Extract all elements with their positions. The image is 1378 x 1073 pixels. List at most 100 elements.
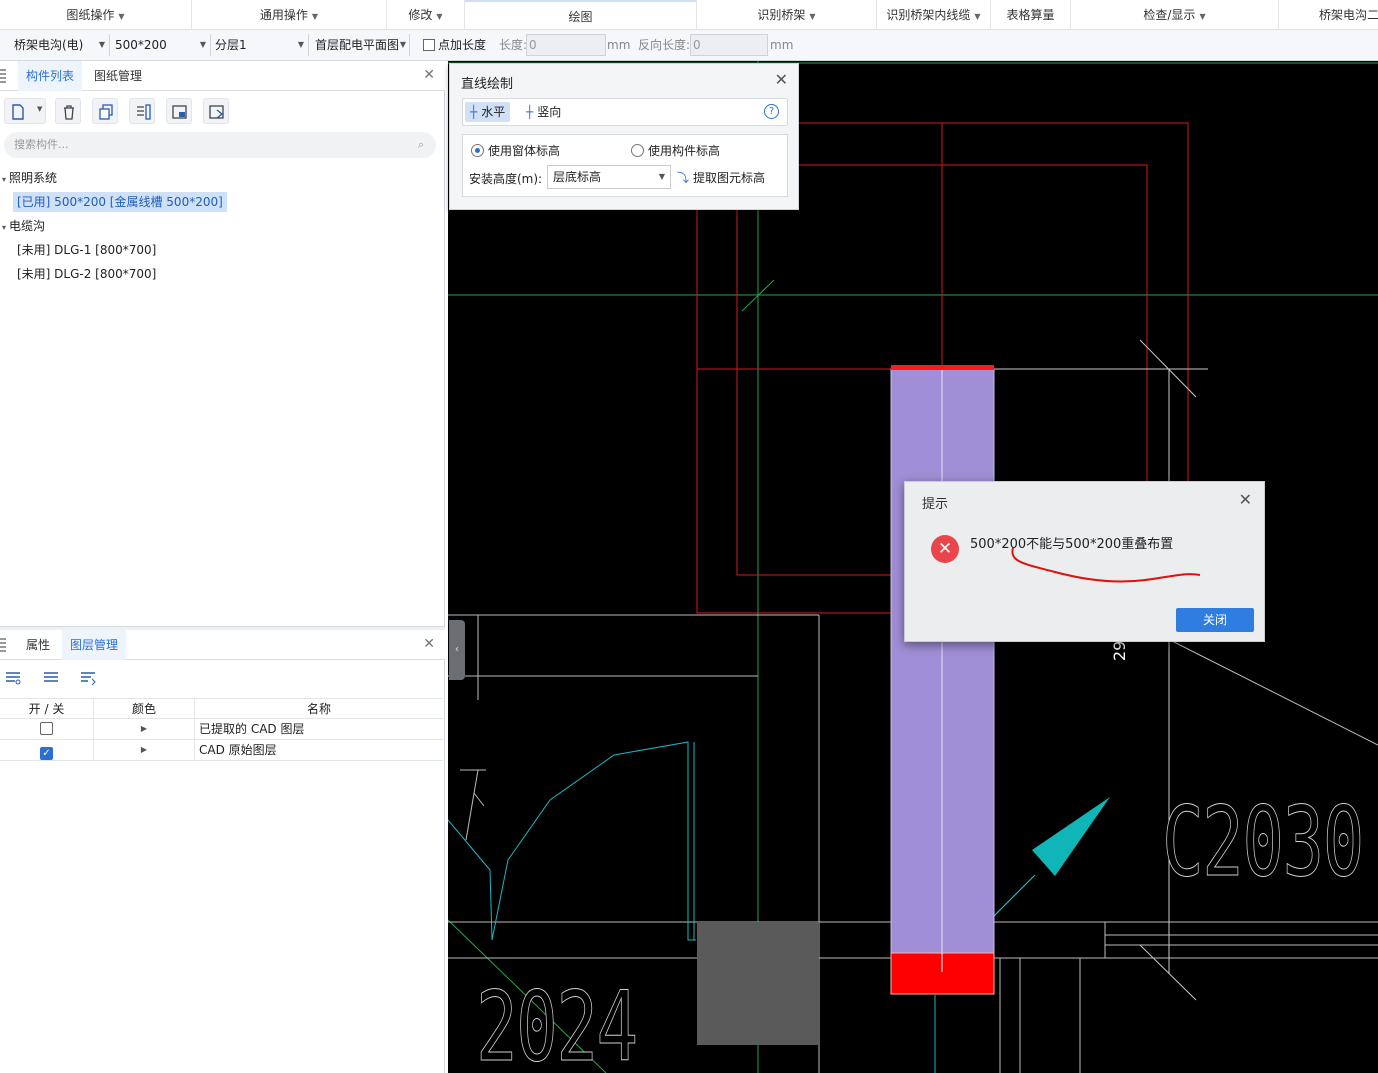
- layer-copy-button[interactable]: [129, 98, 155, 124]
- vertical-label: 竖向: [537, 105, 562, 119]
- close-icon[interactable]: ✕: [423, 636, 435, 652]
- extract-label: 提取图元标高: [693, 171, 766, 185]
- chevron-down-icon: ▼: [436, 12, 443, 21]
- ribbon-tabs: 图纸操作 ▼ 通用操作 ▼ 修改 ▼ 绘图 识别桥架 ▼ 识别桥架内线缆 ▼ 表格算量 检…: [0, 0, 1378, 30]
- column-header: 开 / 关: [0, 699, 94, 720]
- property-toolbar: 桥架电沟(电) ▼ 500*200 ▼ 分层1 ▼ 首层配电平面图 ▼ 点加长度 长度:…: [0, 30, 1378, 61]
- radio-selected-icon: [471, 144, 484, 157]
- radio-icon: [631, 144, 644, 157]
- tab-component-list[interactable]: 构件列表: [18, 61, 83, 91]
- chevron-down-icon: ▼: [311, 12, 319, 21]
- floor-select-value: 分层1: [215, 38, 247, 52]
- crosshair-icon: ┼: [526, 105, 534, 119]
- tree-item-selected[interactable]: [已用] 500*200 [金属线槽 500*200]: [13, 192, 227, 212]
- extract-icon: ⤵: [677, 171, 690, 185]
- tab-properties[interactable]: 属性: [18, 630, 58, 660]
- tab-label: 识别桥架: [757, 8, 806, 22]
- collapse-panel-handle[interactable]: ‹: [449, 620, 465, 680]
- chevron-down-icon: ▼: [809, 12, 816, 21]
- layer-filter-icon: [81, 672, 96, 686]
- add-length-label: 点加长度: [438, 38, 487, 52]
- close-icon[interactable]: ✕: [1239, 490, 1252, 509]
- new-file-icon: [12, 104, 24, 120]
- drag-grip-icon[interactable]: [0, 638, 6, 652]
- table-row: ▶ 已提取的 CAD 图层: [0, 719, 443, 740]
- tab-tray-trench[interactable]: 桥架电沟二: [1279, 0, 1378, 30]
- tree-label: [未用] DLG-1 [800*700]: [17, 243, 157, 257]
- tab-layer-manage[interactable]: 图层管理: [62, 630, 127, 660]
- tree-item[interactable]: [未用] DLG-2 [800*700]: [17, 264, 156, 284]
- radio-label: 使用窗体标高: [488, 144, 561, 158]
- import-button[interactable]: [166, 98, 192, 124]
- tab-drawing-ops[interactable]: 图纸操作 ▼: [0, 0, 192, 30]
- column-header: 颜色: [94, 699, 195, 720]
- layer-table-header: 开 / 关 颜色 名称: [0, 698, 443, 720]
- vertical-button[interactable]: ┼ 竖向: [521, 102, 566, 122]
- export-button[interactable]: [203, 98, 229, 124]
- reverse-length-unit: mm: [770, 38, 794, 52]
- new-component-button[interactable]: ▼: [4, 98, 46, 124]
- component-search-input[interactable]: 搜索构件... ⌕: [4, 132, 436, 158]
- drag-grip-icon[interactable]: [0, 69, 6, 83]
- tab-label: 桥架电沟二: [1319, 8, 1378, 22]
- line-draw-panel: 直线绘制 ✕ ┼ 水平 ┼ 竖向 ? 使用窗体标高 使用构件标高 安装高度(m): …: [449, 63, 799, 210]
- tree-item[interactable]: [未用] DLG-1 [800*700]: [17, 240, 156, 260]
- close-icon[interactable]: ✕: [775, 70, 788, 89]
- type-select[interactable]: 桥架电沟(电) ▼: [0, 34, 110, 56]
- expand-caret-icon[interactable]: ▶: [94, 740, 195, 761]
- tree-group-cable-trench[interactable]: ▾ 电缆沟: [2, 216, 45, 236]
- help-icon[interactable]: ?: [764, 104, 779, 119]
- chevron-down-icon: ▼: [658, 172, 665, 181]
- tab-label: 图纸操作: [66, 8, 115, 22]
- tree-group-lighting[interactable]: ▾ 照明系统: [2, 168, 57, 188]
- tab-check-display[interactable]: 检查/显示 ▼: [1071, 0, 1279, 30]
- close-icon[interactable]: ✕: [423, 67, 435, 83]
- tab-recognize-tray[interactable]: 识别桥架 ▼: [697, 0, 877, 30]
- component-panel-tabs: 构件列表 图纸管理 ✕: [0, 61, 445, 91]
- checkbox-icon: [423, 39, 435, 51]
- layer-tool-button[interactable]: [0, 665, 26, 691]
- horizontal-button[interactable]: ┼ 水平: [465, 102, 511, 122]
- layer-tool-button[interactable]: [38, 665, 64, 691]
- layer-name: CAD 原始图层: [199, 743, 277, 757]
- chevron-down-icon: ▼: [37, 105, 43, 113]
- drawing-select[interactable]: 首层配电平面图 ▼: [310, 34, 410, 56]
- layer-toggle-checkbox[interactable]: [40, 722, 53, 735]
- close-button[interactable]: 关闭: [1176, 608, 1254, 632]
- floor-select[interactable]: 分层1 ▼: [212, 34, 309, 56]
- extract-elevation-button[interactable]: ⤵ 提取图元标高: [677, 169, 765, 186]
- layer-toggle-checkbox[interactable]: ✓: [40, 747, 53, 760]
- tab-drawing-manage[interactable]: 图纸管理: [86, 61, 150, 91]
- tab-label: 检查/显示: [1143, 8, 1196, 22]
- layer-panel-tabs: 属性 图层管理 ✕: [0, 630, 445, 660]
- install-height-select[interactable]: 层底标高 ▼: [547, 165, 671, 189]
- copy-button[interactable]: [92, 98, 118, 124]
- length-input[interactable]: 0: [526, 34, 606, 56]
- expand-caret-icon[interactable]: ▶: [94, 719, 195, 740]
- chevron-down-icon: ▼: [974, 12, 981, 21]
- reverse-length-input[interactable]: 0: [690, 34, 768, 56]
- layer-list-icon: [6, 672, 21, 685]
- list-icon: [137, 104, 151, 120]
- direction-toolbar: ┼ 水平 ┼ 竖向 ?: [462, 98, 788, 126]
- chevron-down-icon: ▼: [118, 12, 125, 21]
- delete-button[interactable]: [55, 98, 81, 124]
- tab-modify[interactable]: 修改 ▼: [387, 0, 465, 30]
- tree-label: [未用] DLG-2 [800*700]: [17, 267, 157, 281]
- expand-caret-icon: ▾: [2, 175, 7, 184]
- tree-label: 照明系统: [9, 171, 58, 185]
- tab-draw[interactable]: 绘图: [465, 0, 697, 30]
- spec-select[interactable]: 500*200 ▼: [111, 34, 211, 56]
- add-length-checkbox[interactable]: 点加长度: [423, 34, 486, 56]
- tab-label: 表格算量: [1006, 8, 1055, 22]
- tab-table-calc[interactable]: 表格算量: [991, 0, 1071, 30]
- layer-tool-button[interactable]: [75, 665, 101, 691]
- type-select-value: 桥架电沟(电): [14, 38, 84, 52]
- length-unit: mm: [607, 38, 631, 52]
- tab-general-ops[interactable]: 通用操作 ▼: [192, 0, 387, 30]
- install-height-value: 层底标高: [553, 170, 602, 184]
- search-icon: ⌕: [417, 138, 424, 151]
- radio-window-elevation[interactable]: 使用窗体标高: [471, 142, 560, 159]
- tab-recognize-cable[interactable]: 识别桥架内线缆 ▼: [877, 0, 991, 30]
- radio-component-elevation[interactable]: 使用构件标高: [631, 142, 720, 159]
